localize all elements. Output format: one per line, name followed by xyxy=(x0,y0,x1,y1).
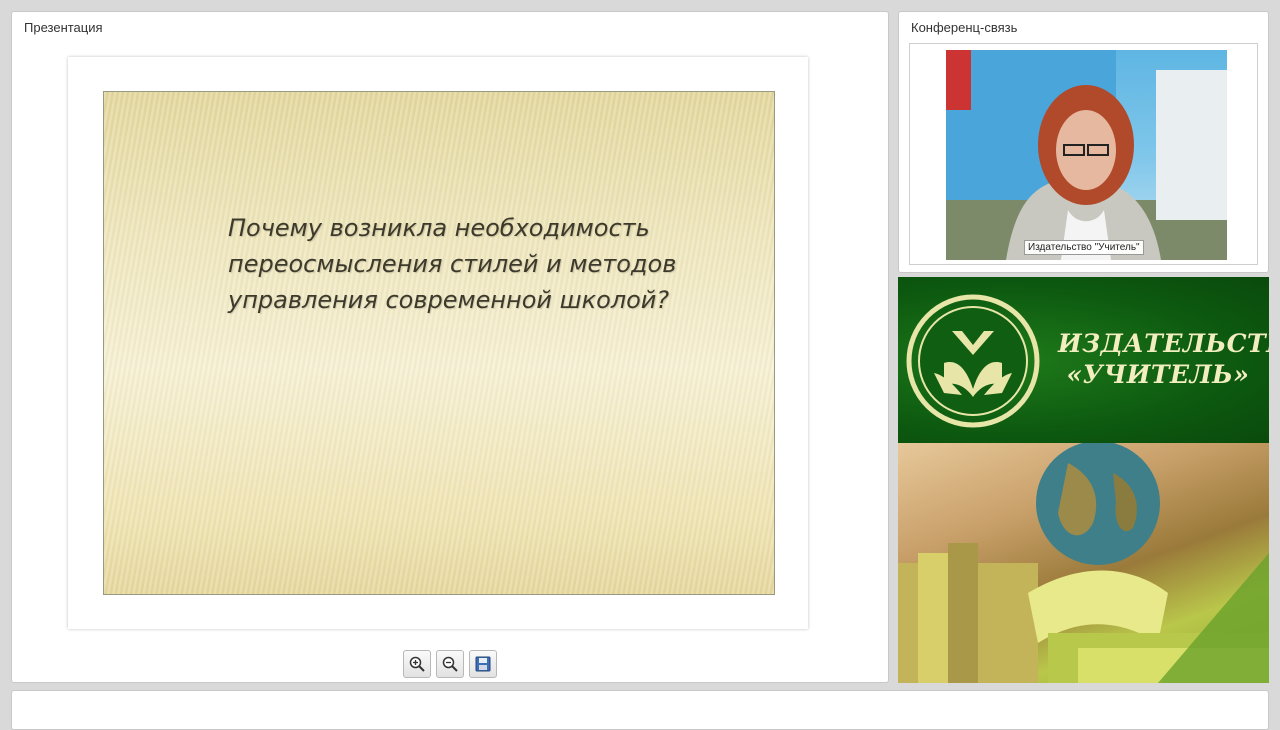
books-globe-image xyxy=(898,441,1269,683)
publisher-logo-icon xyxy=(906,294,1040,428)
slide-frame: Почему возникла необходимость переосмысл… xyxy=(68,57,808,629)
zoom-in-button[interactable] xyxy=(403,650,431,678)
brand-name-line1: ИЗДАТЕЛЬСТВО xyxy=(1058,329,1269,358)
bottom-panel xyxy=(11,690,1269,730)
zoom-out-icon xyxy=(442,656,458,672)
publisher-banner: ИЗДАТЕЛЬСТВО «УЧИТЕЛЬ» xyxy=(898,277,1269,683)
banner-top: ИЗДАТЕЛЬСТВО «УЧИТЕЛЬ» xyxy=(898,277,1269,443)
participant-video[interactable]: Издательство "Учитель" xyxy=(946,50,1227,260)
video-frame-image xyxy=(946,50,1227,260)
video-container: Издательство "Учитель" xyxy=(909,43,1258,265)
conference-panel: Конференц-связь Издательство "Учитель" xyxy=(898,11,1269,273)
save-button[interactable] xyxy=(469,650,497,678)
slide-text: Почему возникла необходимость переосмысл… xyxy=(228,214,677,314)
presentation-panel-title: Презентация xyxy=(24,20,103,35)
brand-name-line2: «УЧИТЕЛЬ» xyxy=(1066,360,1250,389)
slide: Почему возникла необходимость переосмысл… xyxy=(103,91,775,595)
conference-panel-title: Конференц-связь xyxy=(911,20,1018,35)
banner-image xyxy=(898,441,1269,683)
participant-label: Издательство "Учитель" xyxy=(1024,240,1144,255)
presentation-panel: Презентация Почему возникла необходимост… xyxy=(11,11,889,683)
save-icon xyxy=(475,656,491,672)
zoom-in-icon xyxy=(409,656,425,672)
zoom-out-button[interactable] xyxy=(436,650,464,678)
